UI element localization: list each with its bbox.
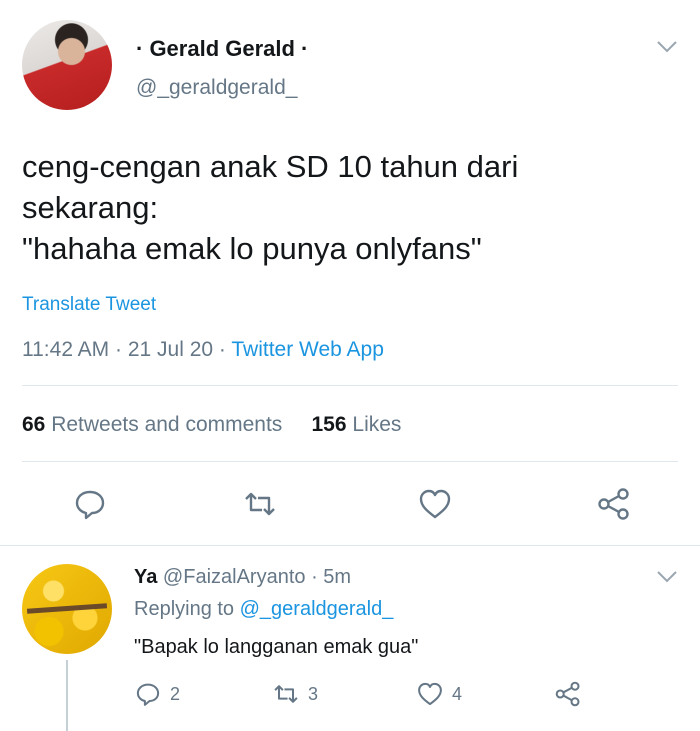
divider: [22, 385, 678, 386]
likes-label: Likes: [352, 413, 402, 436]
reply-share-button[interactable]: [554, 680, 582, 708]
reply-time[interactable]: 5m: [323, 566, 351, 588]
author-display-name[interactable]: · Gerald Gerald ·: [136, 36, 308, 62]
reply-icon: [136, 683, 160, 706]
tweet-text-line: "hahaha emak lo punya onlyfans": [22, 231, 482, 266]
retweet-icon: [245, 492, 275, 516]
retweet-button[interactable]: [242, 486, 278, 522]
reply-author-handle[interactable]: @FaizalAryanto: [163, 566, 306, 588]
chevron-down-icon[interactable]: [656, 570, 678, 584]
main-tweet: · Gerald Gerald · @_geraldgerald_ ceng-c…: [0, 0, 700, 545]
replying-to: Replying to @_geraldgerald_: [134, 598, 393, 621]
tweet-stats: 66 Retweets and comments 156 Likes: [22, 413, 401, 437]
reply-icon: [75, 490, 105, 520]
like-icon: [418, 682, 442, 706]
tweet-date[interactable]: 21 Jul 20: [128, 338, 213, 361]
meta-separator: ·: [311, 566, 324, 588]
tweet-meta: 11:42 AM · 21 Jul 20 · Twitter Web App: [22, 338, 384, 362]
retweets-count: 66: [22, 413, 46, 436]
share-button[interactable]: [596, 486, 632, 522]
tweet-time[interactable]: 11:42 AM: [22, 338, 109, 361]
share-icon: [555, 681, 580, 707]
likes-stat[interactable]: 156 Likes: [312, 413, 402, 436]
retweet-icon: [274, 685, 298, 703]
translate-tweet-link[interactable]: Translate Tweet: [22, 294, 156, 316]
meta-separator: ·: [115, 338, 128, 361]
divider: [0, 545, 700, 546]
tweet-source[interactable]: Twitter Web App: [231, 338, 384, 361]
retweet-count: 3: [308, 683, 319, 704]
divider: [22, 461, 678, 462]
tweet-text-line: ceng-cengan anak SD 10 tahun dari: [22, 149, 519, 184]
reply-like-button[interactable]: 4: [416, 680, 462, 708]
chevron-down-icon[interactable]: [656, 40, 678, 54]
thread-line: [66, 660, 68, 731]
share-icon: [598, 488, 629, 520]
reply-count: 2: [170, 683, 181, 704]
reply-author-avatar[interactable]: [22, 564, 112, 654]
replying-prefix: Replying to: [134, 598, 235, 620]
like-icon: [419, 489, 451, 519]
tweet-text-line: sekarang:: [22, 190, 159, 225]
likes-count: 156: [311, 413, 347, 436]
replying-to-mention[interactable]: @_geraldgerald_: [240, 598, 394, 620]
reply-author-name[interactable]: Ya: [134, 566, 157, 588]
reply-text: "Bapak lo langganan emak gua": [134, 636, 419, 658]
like-button[interactable]: [417, 486, 453, 522]
author-handle[interactable]: @_geraldgerald_: [136, 76, 297, 100]
reply-header: Ya @FaizalAryanto · 5m: [134, 566, 351, 589]
reply-button[interactable]: [72, 486, 108, 522]
reply-reply-button[interactable]: 2: [134, 680, 180, 708]
author-avatar[interactable]: [22, 20, 112, 110]
meta-separator: ·: [218, 338, 232, 361]
like-count: 4: [452, 683, 463, 704]
retweets-stat[interactable]: 66 Retweets and comments: [22, 413, 282, 436]
retweets-label: Retweets and comments: [51, 413, 283, 436]
reply-retweet-button[interactable]: 3: [272, 680, 318, 708]
tweet-text: ceng-cengan anak SD 10 tahun dari sekara…: [22, 146, 662, 269]
